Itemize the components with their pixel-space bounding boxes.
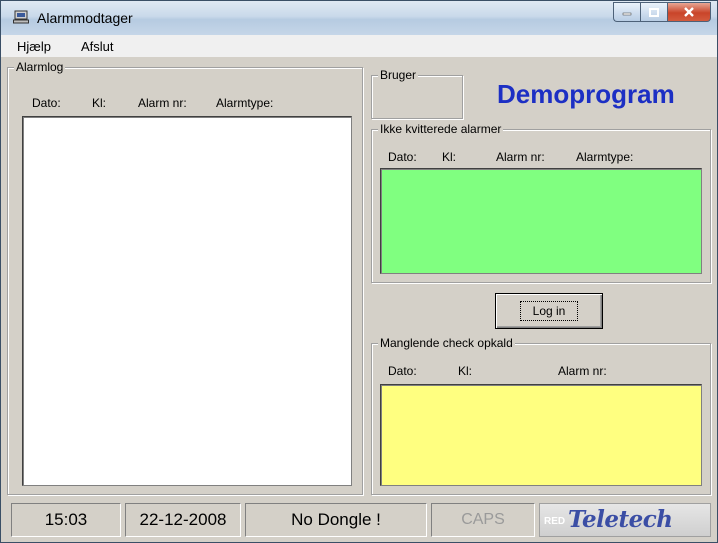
alarmlog-col-time: Kl: xyxy=(92,96,107,110)
alarmlog-col-date: Dato: xyxy=(32,96,61,110)
alarmlog-group: Alarmlog Dato: Kl: Alarm nr: Alarmtype: xyxy=(7,60,363,495)
maximize-button[interactable] xyxy=(640,2,667,22)
teletech-logo: RED Teletech a/s xyxy=(539,503,711,537)
title-bar[interactable]: Alarmmodtager xyxy=(1,1,717,35)
alarmlog-col-alarmtype: Alarmtype: xyxy=(216,96,274,110)
missing-col-alarmnr: Alarm nr: xyxy=(558,364,607,378)
login-button-label: Log in xyxy=(519,301,579,321)
bruger-legend: Bruger xyxy=(378,68,419,82)
login-button[interactable]: Log in xyxy=(495,293,603,329)
menu-help[interactable]: Hjælp xyxy=(17,39,51,54)
status-caps: CAPS xyxy=(431,503,535,537)
missing-col-time: Kl: xyxy=(458,364,473,378)
computer-icon xyxy=(13,10,29,24)
close-button[interactable] xyxy=(667,2,711,22)
app-window: Alarmmodtager Hjælp Afslut Alarmlog Dato… xyxy=(0,0,718,543)
bruger-group: Bruger xyxy=(371,68,463,119)
unack-list[interactable] xyxy=(380,168,702,274)
alarmlog-list[interactable] xyxy=(22,116,352,486)
missing-col-date: Dato: xyxy=(388,364,417,378)
logo-prefix: RED xyxy=(544,516,566,527)
status-dongle: No Dongle ! xyxy=(245,503,427,537)
minimize-button[interactable] xyxy=(613,2,640,22)
menu-exit[interactable]: Afslut xyxy=(81,39,114,54)
alarmlog-col-alarmnr: Alarm nr: xyxy=(138,96,187,110)
window-title: Alarmmodtager xyxy=(37,10,133,26)
missing-legend: Manglende check opkald xyxy=(378,336,515,350)
status-time: 15:03 xyxy=(11,503,121,537)
unacknowledged-group: Ikke kvitterede alarmer Dato: Kl: Alarm … xyxy=(371,122,711,283)
alarmlog-legend: Alarmlog xyxy=(14,60,66,74)
close-icon xyxy=(684,7,694,17)
menu-bar: Hjælp Afslut xyxy=(1,35,717,58)
unack-col-alarmnr: Alarm nr: xyxy=(496,150,545,164)
unack-col-alarmtype: Alarmtype: xyxy=(576,150,634,164)
maximize-icon xyxy=(649,7,659,17)
unack-col-date: Dato: xyxy=(388,150,417,164)
logo-text: Teletech a/s xyxy=(568,506,673,536)
missing-list[interactable] xyxy=(380,384,702,486)
client-area: Alarmlog Dato: Kl: Alarm nr: Alarmtype: … xyxy=(1,57,717,542)
status-date: 22-12-2008 xyxy=(125,503,241,537)
demo-title: Demoprogram xyxy=(497,79,675,109)
missing-check-group: Manglende check opkald Dato: Kl: Alarm n… xyxy=(371,336,711,495)
unack-col-time: Kl: xyxy=(442,150,457,164)
unack-legend: Ikke kvitterede alarmer xyxy=(378,122,504,136)
minimize-icon xyxy=(622,12,632,16)
